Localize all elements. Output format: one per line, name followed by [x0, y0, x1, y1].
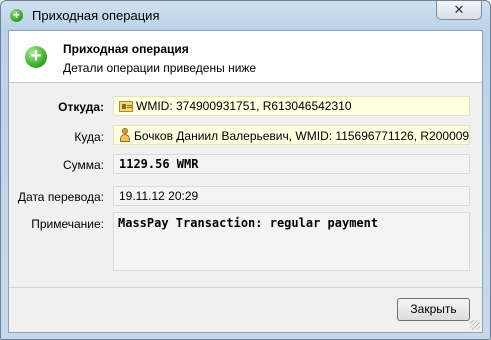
header-title: Приходная операция	[63, 42, 189, 56]
date-value: 19.11.12 20:29	[119, 189, 199, 203]
plus-circle-icon: +	[10, 9, 23, 22]
title-bar[interactable]: + Приходная операция ✕	[1, 1, 490, 30]
note-field[interactable]: MassPay Transaction: regular payment	[113, 212, 470, 271]
date-field[interactable]: 19.11.12 20:29	[113, 186, 470, 206]
to-label: Куда:	[74, 130, 104, 144]
amount-label: Сумма:	[62, 158, 104, 172]
from-field[interactable]: WMID: 374900931751, R613046542310	[113, 96, 470, 116]
to-field[interactable]: Бочков Даниил Валерьевич, WMID: 11569677…	[113, 125, 470, 145]
resize-grip[interactable]	[470, 320, 480, 330]
person-icon	[119, 128, 131, 142]
date-label: Дата перевода:	[17, 190, 104, 204]
dialog-header: + Приходная операция Детали операции при…	[9, 31, 482, 83]
window-title: Приходная операция	[32, 8, 160, 23]
header-subtitle: Детали операции приведены ниже	[63, 61, 257, 75]
window-close-button[interactable]: ✕	[436, 1, 482, 20]
note-label: Примечание:	[31, 217, 104, 231]
from-value: WMID: 374900931751, R613046542310	[136, 99, 352, 113]
amount-value: 1129.56 WMR	[119, 157, 199, 171]
from-label: Откуда:	[58, 100, 104, 114]
footer-divider	[9, 287, 482, 288]
to-value: Бочков Даниил Валерьевич, WMID: 11569677…	[134, 129, 470, 143]
note-value: MassPay Transaction: regular payment	[118, 216, 379, 230]
dialog-content: + Приходная операция Детали операции при…	[8, 30, 483, 333]
close-button[interactable]: Закрыть	[397, 298, 470, 321]
id-card-icon	[119, 101, 133, 112]
amount-field[interactable]: 1129.56 WMR	[113, 154, 470, 174]
plus-circle-icon: +	[25, 46, 47, 68]
dialog-window: + Приходная операция ✕ + Приходная опера…	[0, 0, 491, 340]
